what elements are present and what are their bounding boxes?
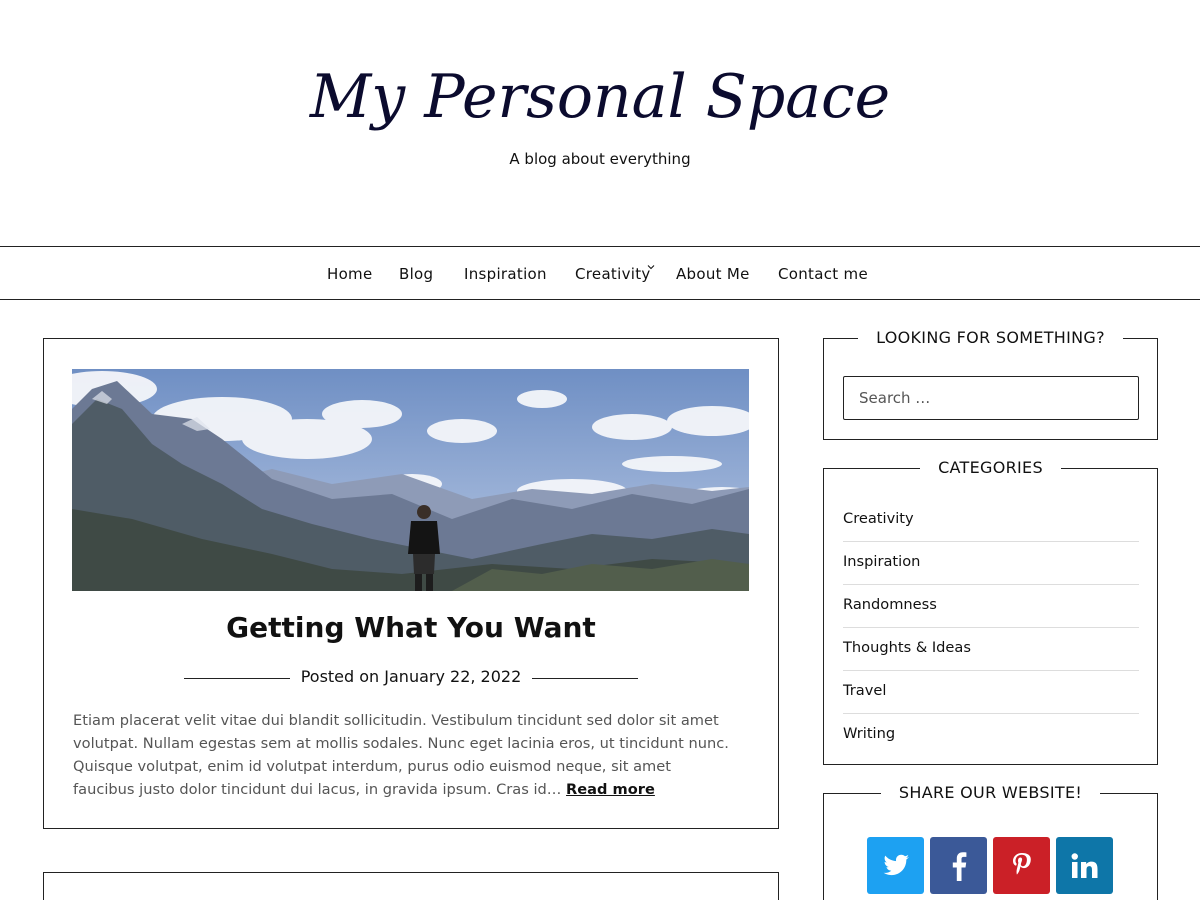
facebook-icon [952,851,966,881]
post-title[interactable]: Getting What You Want [44,611,778,644]
site-header: My Personal Space A blog about everythin… [0,0,1200,246]
categories-widget: CATEGORIES Creativity Inspiration Random… [823,458,1158,765]
search-widget: LOOKING FOR SOMETHING? [823,328,1158,440]
chevron-down-icon[interactable] [647,263,655,271]
nav-item-about-me[interactable]: About Me [676,265,750,283]
facebook-share-button[interactable] [930,837,987,894]
nav-item-inspiration[interactable]: Inspiration [464,265,547,283]
pinterest-icon [1012,852,1031,874]
site-tagline: A blog about everything [509,150,691,168]
category-item-creativity[interactable]: Creativity [843,499,1139,542]
meta-divider-right [532,678,638,679]
category-item-thoughts-ideas[interactable]: Thoughts & Ideas [843,628,1139,671]
search-widget-title: LOOKING FOR SOMETHING? [858,328,1123,347]
search-input[interactable] [843,376,1139,420]
main-nav: Home Blog Inspiration Creativity About M… [0,246,1200,300]
linkedin-icon [1071,852,1097,878]
nav-item-blog[interactable]: Blog [399,265,433,283]
category-list: Creativity Inspiration Randomness Though… [843,499,1139,757]
post-excerpt: Etiam placerat velit vitae dui blandit s… [73,709,733,801]
nav-item-creativity[interactable]: Creativity [575,265,651,283]
category-item-writing[interactable]: Writing [843,714,1139,757]
share-widget: SHARE OUR WEBSITE! [823,783,1158,900]
category-item-travel[interactable]: Travel [843,671,1139,714]
twitter-share-button[interactable] [867,837,924,894]
pinterest-share-button[interactable] [993,837,1050,894]
post-card [43,872,779,900]
widget-title: SHARE OUR WEBSITE! [824,783,1157,802]
categories-widget-title: CATEGORIES [920,458,1061,477]
site-title[interactable]: My Personal Space [0,62,1200,132]
category-item-randomness[interactable]: Randomness [843,585,1139,628]
widget-title: CATEGORIES [824,458,1157,477]
post-card: Getting What You Want Posted on January … [43,338,779,829]
post-featured-image[interactable] [72,369,749,591]
read-more-link[interactable]: Read more [566,781,655,798]
linkedin-share-button[interactable] [1056,837,1113,894]
nav-item-home[interactable]: Home [327,265,373,283]
nav-item-contact-me[interactable]: Contact me [778,265,868,283]
twitter-icon [883,854,909,875]
category-item-inspiration[interactable]: Inspiration [843,542,1139,585]
share-buttons [867,837,1113,894]
share-widget-title: SHARE OUR WEBSITE! [880,783,1101,802]
post-meta: Posted on January 22, 2022 [300,667,522,686]
widget-title: LOOKING FOR SOMETHING? [824,328,1157,347]
